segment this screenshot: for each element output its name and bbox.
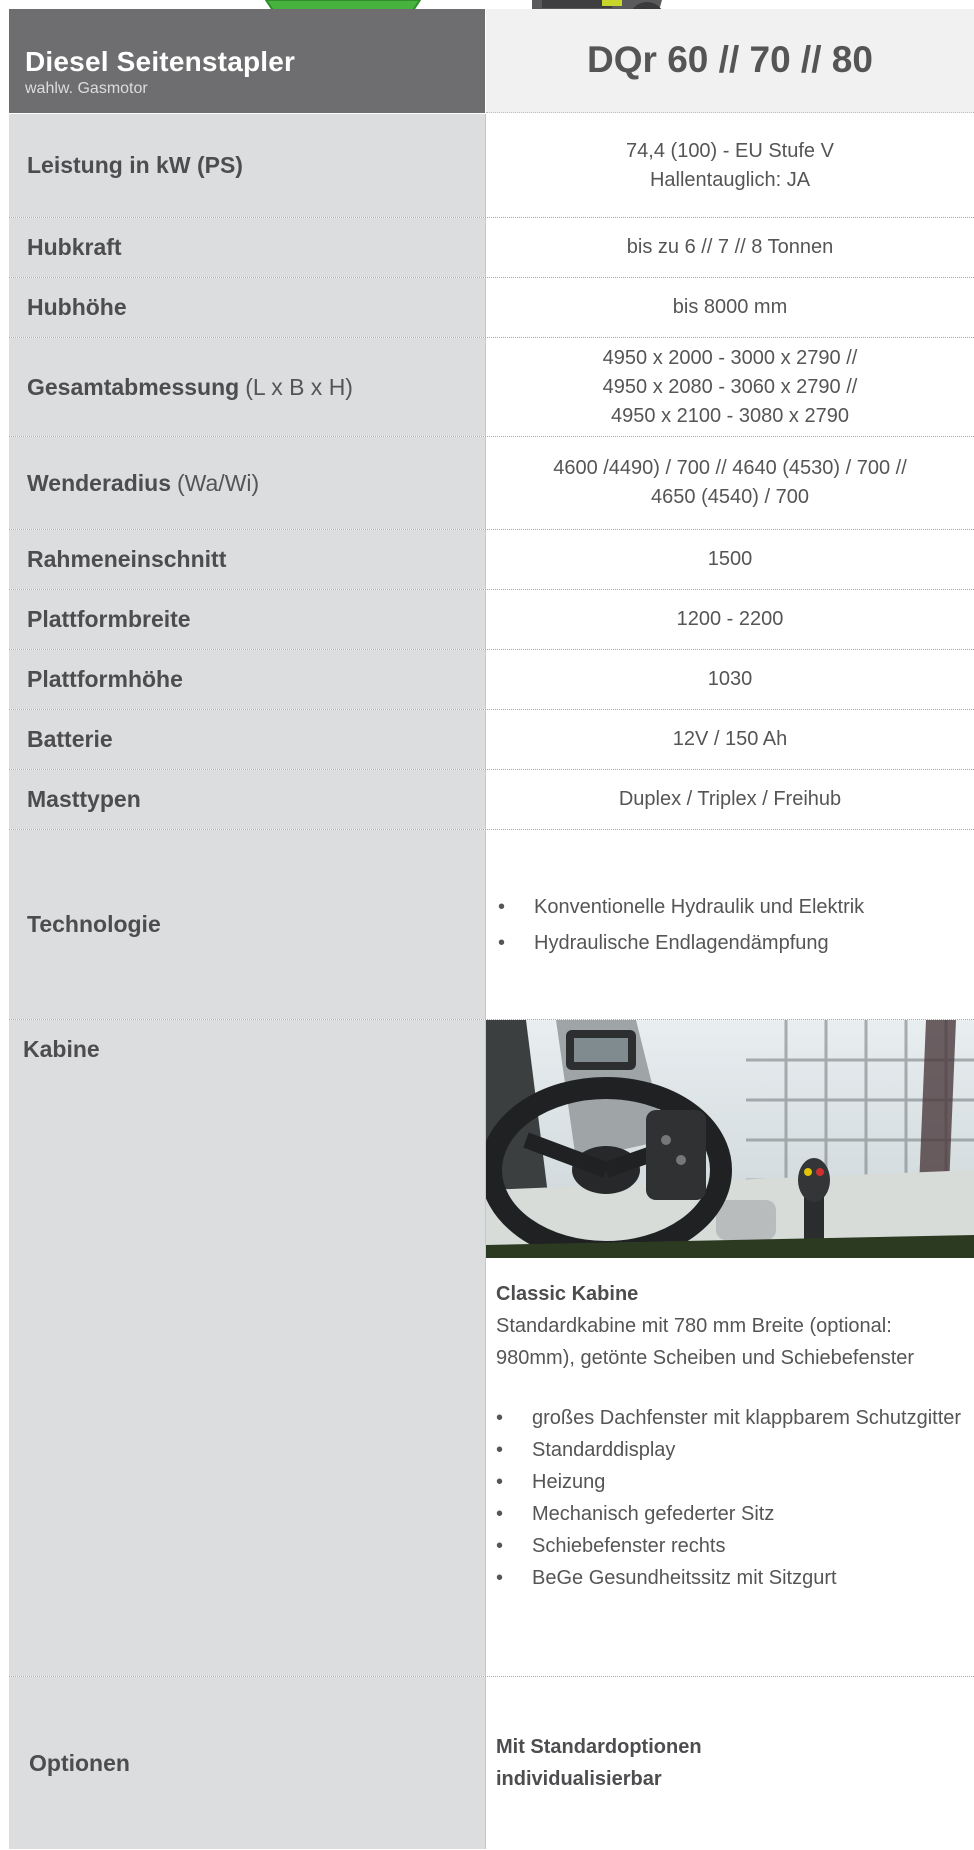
spec-value: 4950 x 2000 - 3000 x 2790 // 4950 x 2080…	[486, 338, 974, 436]
spec-label: Wenderadius (Wa/Wi)	[9, 437, 486, 529]
spec-value: 1500	[486, 530, 974, 589]
spec-row: Batterie 12V / 150 Ah	[9, 710, 974, 770]
spec-value: 4600 /4490) / 700 // 4640 (4530) / 700 /…	[486, 437, 974, 529]
spec-row: Wenderadius (Wa/Wi) 4600 /4490) / 700 // …	[9, 437, 974, 530]
spec-label: Optionen	[9, 1677, 486, 1849]
spec-value: Mit Standardoptionen individualisierbar	[486, 1677, 974, 1849]
page-subtitle: wahlw. Gasmotor	[25, 79, 148, 97]
spec-label: Technologie	[9, 830, 486, 1019]
spec-label: Masttypen	[9, 770, 486, 829]
spec-label: Rahmeneinschnitt	[9, 530, 486, 589]
list-item: Konventionelle Hydraulik und Elektrik	[498, 889, 974, 925]
spec-label: Hubkraft	[9, 218, 486, 277]
spec-row: Hubhöhe bis 8000 mm	[9, 278, 974, 338]
cabin-features-list: großes Dachfenster mit klappbarem Schutz…	[496, 1402, 964, 1594]
spec-value: 74,4 (100) - EU Stufe V Hallentauglich: …	[486, 114, 974, 217]
spec-value: 1200 - 2200	[486, 590, 974, 649]
list-item: Hydraulische Endlagendämpfung	[498, 925, 974, 961]
cabin-photo	[486, 1020, 974, 1258]
list-item: Schiebefenster rechts	[496, 1530, 964, 1562]
options-text: Mit Standardoptionen individualisierbar	[496, 1736, 702, 1790]
model-name: DQr 60 // 70 // 80	[587, 39, 873, 80]
cabin-title: Classic Kabine	[496, 1283, 639, 1305]
spec-table: Leistung in kW (PS) 74,4 (100) - EU Stuf…	[9, 114, 974, 1849]
spec-value: 12V / 150 Ah	[486, 710, 974, 769]
list-item: Heizung	[496, 1466, 964, 1498]
spec-value: Classic Kabine Standardkabine mit 780 mm…	[486, 1020, 974, 1676]
spec-label: Gesamtabmessung (L x B x H)	[9, 338, 486, 436]
spec-row: Hubkraft bis zu 6 // 7 // 8 Tonnen	[9, 218, 974, 278]
spec-row-kabine: Kabine Classic Kabine Standardkabine mit…	[9, 1020, 974, 1677]
spec-value: bis zu 6 // 7 // 8 Tonnen	[486, 218, 974, 277]
spec-value: Duplex / Triplex / Freihub	[486, 770, 974, 829]
spec-value: bis 8000 mm	[486, 278, 974, 337]
spec-row: Plattformhöhe 1030	[9, 650, 974, 710]
list-item: Standarddisplay	[496, 1434, 964, 1466]
spec-row: Masttypen Duplex / Triplex / Freihub	[9, 770, 974, 830]
spec-row: Leistung in kW (PS) 74,4 (100) - EU Stuf…	[9, 114, 974, 218]
spec-row: Gesamtabmessung (L x B x H) 4950 x 2000 -…	[9, 338, 974, 437]
spec-label: Batterie	[9, 710, 486, 769]
technologie-list: Konventionelle Hydraulik und Elektrik Hy…	[486, 889, 974, 961]
spec-label: Plattformbreite	[9, 590, 486, 649]
spec-row: Plattformbreite 1200 - 2200	[9, 590, 974, 650]
spec-row-technologie: Technologie Konventionelle Hydraulik und…	[9, 830, 974, 1020]
spec-row-optionen: Optionen Mit Standardoptionen individual…	[9, 1677, 974, 1849]
list-item: BeGe Gesundheitssitz mit Sitzgurt	[496, 1562, 964, 1594]
spec-label: Plattformhöhe	[9, 650, 486, 709]
spec-label: Kabine	[9, 1020, 486, 1676]
page-title: Diesel Seitenstapler	[25, 46, 296, 77]
spec-sheet: Diesel Seitenstapler wahlw. Gasmotor DQr…	[0, 0, 974, 1850]
spec-value: Konventionelle Hydraulik und Elektrik Hy…	[486, 830, 974, 1019]
cabin-text: Standardkabine mit 780 mm Breite (option…	[496, 1315, 915, 1369]
spec-label: Hubhöhe	[9, 278, 486, 337]
list-item: Mechanisch gefederter Sitz	[496, 1498, 964, 1530]
header-category: Diesel Seitenstapler wahlw. Gasmotor	[9, 9, 485, 113]
spec-row: Rahmeneinschnitt 1500	[9, 530, 974, 590]
spec-value: 1030	[486, 650, 974, 709]
header-model: DQr 60 // 70 // 80	[486, 9, 974, 113]
list-item: großes Dachfenster mit klappbarem Schutz…	[496, 1402, 964, 1434]
cabin-description: Classic Kabine Standardkabine mit 780 mm…	[486, 1258, 974, 1594]
spec-label: Leistung in kW (PS)	[9, 114, 486, 217]
